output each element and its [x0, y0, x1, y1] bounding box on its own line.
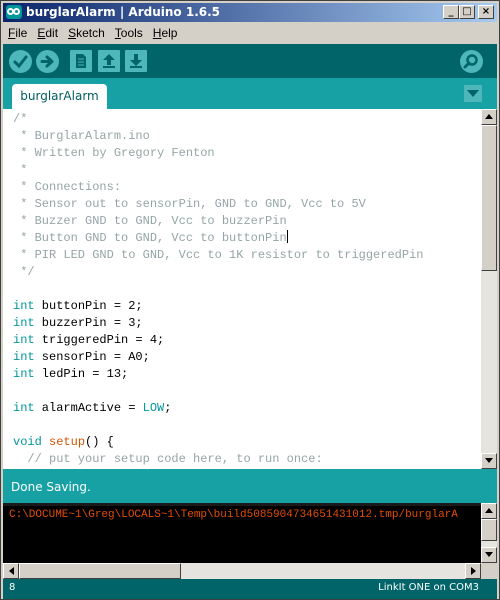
arrow-left-icon — [9, 567, 14, 575]
code-line: * BurglarAlarm.ino — [13, 129, 150, 143]
tab-strip: burglarAlarm — [3, 78, 497, 109]
arrow-up-icon — [485, 114, 493, 119]
code-line: */ — [13, 265, 35, 279]
scroll-right-button[interactable] — [465, 563, 481, 579]
console-line: C:\DOCUME~1\Greg\LOCALS~1\Temp\build5085… — [9, 509, 458, 521]
code-line: * Connections: — [13, 180, 122, 194]
menu-tools[interactable]: Tools — [110, 24, 148, 42]
code-line: * Button GND to GND, Vcc to buttonPin — [13, 230, 288, 245]
code-line: /* — [13, 112, 28, 126]
console-vertical-scrollbar[interactable] — [481, 503, 497, 563]
menu-file[interactable]: File — [3, 24, 32, 42]
code-line: * Written by Gregory Fenton — [13, 146, 215, 160]
new-sketch-button[interactable] — [70, 50, 92, 72]
arrow-down-icon — [485, 458, 493, 463]
code-line: int alarmActive = LOW; — [13, 401, 172, 415]
code-line: * Sensor out to sensorPin, GND to GND, V… — [13, 197, 366, 211]
scroll-down-button[interactable] — [481, 453, 497, 469]
upload-icon — [40, 55, 54, 68]
save-button[interactable] — [125, 50, 147, 72]
code-editor[interactable]: /* * BurglarAlarm.ino * Written by Grego… — [3, 109, 481, 469]
menu-sketch[interactable]: Sketch — [63, 24, 110, 42]
tab-burglaralarm[interactable]: burglarAlarm — [12, 84, 107, 109]
code-line: int sensorPin = A0; — [13, 350, 150, 364]
chevron-down-icon — [467, 90, 479, 97]
arrow-up-icon — [485, 508, 493, 513]
arrow-down-icon — [485, 552, 493, 557]
code-line: int buzzerPin = 3; — [13, 316, 143, 330]
code-text[interactable]: /* * BurglarAlarm.ino * Written by Grego… — [13, 111, 423, 468]
scroll-up-button[interactable] — [481, 109, 497, 125]
board-port-label: LinkIt ONE on COM3 — [378, 582, 479, 593]
code-line: int triggeredPin = 4; — [13, 333, 165, 347]
open-button[interactable] — [98, 50, 120, 72]
console-scroll-thumb[interactable] — [481, 519, 497, 541]
console-scroll-down-button[interactable] — [481, 547, 497, 563]
maximize-button[interactable]: □ — [459, 5, 475, 19]
arduino-logo-icon — [6, 5, 22, 19]
minimize-button[interactable]: _ — [443, 5, 459, 19]
console-scroll-up-button[interactable] — [481, 503, 497, 519]
code-line: * — [13, 163, 28, 177]
magnifier-icon — [463, 54, 478, 69]
arduino-ide-window: burglarAlarm | Arduino 1.6.5 _ □ × File E… — [0, 0, 500, 600]
menu-bar: File Edit Sketch Tools Help — [3, 23, 497, 43]
menu-help[interactable]: Help — [148, 24, 183, 42]
menu-edit[interactable]: Edit — [32, 24, 63, 42]
code-line: * PIR LED GND to GND, Vcc to 1K resistor… — [13, 248, 424, 262]
close-button[interactable]: × — [478, 5, 494, 19]
window-title: burglarAlarm | Arduino 1.6.5 — [26, 5, 221, 19]
console-horizontal-scrollbar[interactable] — [3, 563, 481, 579]
upload-button[interactable] — [36, 50, 59, 73]
open-icon — [103, 54, 115, 68]
toolbar — [3, 44, 497, 78]
code-line: * Buzzer GND to GND, Vcc to buzzerPin — [13, 214, 287, 228]
save-icon — [130, 54, 142, 68]
code-line: void setup() { — [13, 435, 114, 449]
console-divider — [3, 503, 481, 506]
scrollbar-corner — [481, 563, 497, 579]
serial-monitor-button[interactable] — [460, 50, 483, 73]
code-line: int ledPin = 13; — [13, 367, 129, 381]
horizontal-scroll-thumb[interactable] — [19, 563, 181, 579]
line-number: 8 — [9, 582, 16, 593]
arrow-right-icon — [471, 567, 476, 575]
code-line: int buttonPin = 2; — [13, 299, 143, 313]
scroll-left-button[interactable] — [3, 563, 19, 579]
scroll-thumb[interactable] — [481, 125, 497, 271]
verify-button[interactable] — [9, 50, 32, 73]
status-bar: Done Saving. — [3, 469, 497, 503]
console-output[interactable]: C:\DOCUME~1\Greg\LOCALS~1\Temp\build5085… — [3, 503, 481, 563]
code-line: // put your setup code here, to run once… — [13, 452, 323, 466]
footer-bar: 8 LinkIt ONE on COM3 — [3, 579, 497, 599]
new-icon — [76, 54, 86, 68]
tab-menu-button[interactable] — [464, 85, 482, 102]
title-bar[interactable]: burglarAlarm | Arduino 1.6.5 _ □ × — [3, 3, 497, 22]
verify-icon — [13, 55, 28, 69]
editor-vertical-scrollbar[interactable] — [481, 109, 497, 469]
